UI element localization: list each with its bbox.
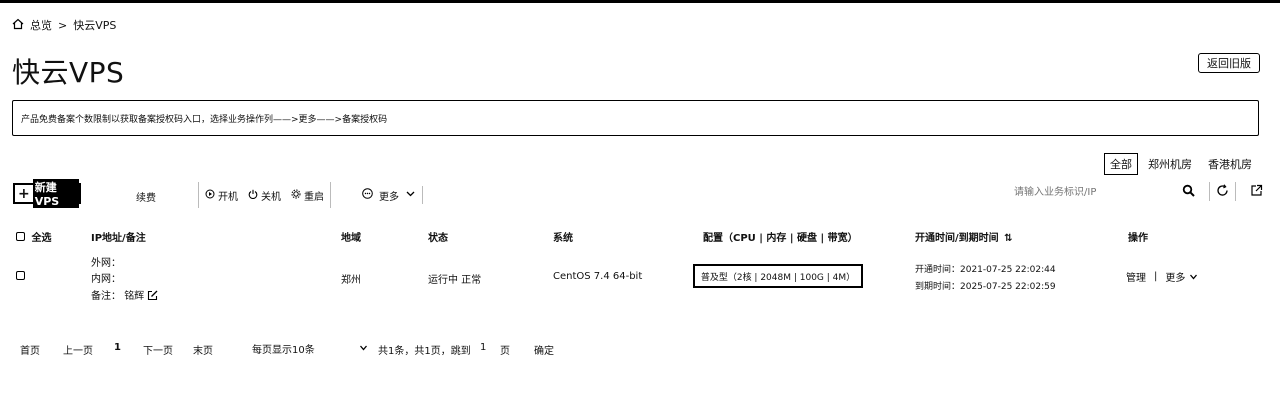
manage-link[interactable]: 管理 [1126,269,1146,284]
page-title: 快云VPS [12,56,125,89]
expire-time: 到期时间：2025-07-25 22:02:59 [915,282,1056,292]
remark-label: 备注： [91,291,121,302]
column-header-system: 系统 [553,233,573,244]
new-vps-label: 新建VPS [32,179,79,208]
select-all[interactable]: 全选 [16,229,51,244]
start-button[interactable]: 开机 [205,188,238,203]
home-icon[interactable] [12,18,24,33]
play-icon [205,189,215,202]
select-all-label: 全选 [31,233,52,244]
pager-next[interactable]: 下一页 [143,342,173,357]
row-more-label: 更多 [1165,273,1186,284]
gear-icon [291,189,301,202]
remark-value: 铭辉 [124,291,145,302]
pager-prev[interactable]: 上一页 [63,342,93,357]
chevron-down-icon [359,343,368,355]
chevron-down-icon [1189,273,1198,284]
notice-banner: 产品免费备案个数限制以获取备案授权码入口，选择业务操作列——>更多——>备案授权… [12,100,1259,136]
public-ip: 外网： [91,254,121,269]
config-text: 普及型（2核 | 2048M | 100G | 4M） [700,272,856,283]
column-header-actions: 操作 [1128,233,1148,244]
plus-icon: + [18,185,30,202]
sort-icon[interactable]: ⇅ [1004,233,1012,244]
column-header-time-label: 开通时间/到期时间 [915,233,999,244]
more-dots-icon [362,188,373,202]
power-icon [248,189,258,202]
region-tabs: 全部 郑州机房 香港机房 [1104,153,1258,175]
breadcrumb-current: 快云VPS [73,19,117,32]
select-all-checkbox[interactable] [16,232,25,241]
status-value: 运行中 正常 [428,275,482,286]
shutdown-button[interactable]: 关机 [248,188,281,203]
renew-button[interactable]: 续费 [136,189,156,204]
breadcrumb: 总览 > 快云VPS [12,17,116,33]
region-value: 郑州 [341,275,361,286]
notice-text: 产品免费备案个数限制以获取备案授权码入口，选择业务操作列——>更多——>备案授权… [21,114,388,125]
start-label: 开机 [218,191,238,203]
private-ip: 内网： [91,270,121,285]
per-page-select[interactable]: 每页显示10条 [252,341,368,356]
refresh-icon[interactable] [1209,182,1236,201]
breadcrumb-home[interactable]: 总览 [30,17,52,33]
pager-last[interactable]: 末页 [193,342,213,357]
back-to-old-version-button[interactable]: 返回旧版 [1198,53,1260,73]
pager-summary: 共1条，共1页，跳到 [378,346,471,357]
shutdown-label: 关机 [261,191,281,203]
more-label: 更多 [379,191,399,203]
action-divider: | [1154,271,1158,282]
column-header-status: 状态 [428,233,448,244]
system-value: CentOS 7.4 64-bit [553,271,643,282]
tab-all[interactable]: 全部 [1104,153,1138,175]
pager-current-page[interactable]: 1 [114,342,121,353]
edit-icon[interactable] [147,290,158,302]
restart-label: 重启 [304,191,324,203]
export-icon[interactable] [1250,182,1263,201]
more-actions-dropdown[interactable]: 更多 [362,186,423,204]
chevron-down-icon [405,188,416,202]
search-input[interactable] [1012,186,1166,199]
pager-jump-input[interactable]: 1 [480,342,486,353]
row-more-dropdown[interactable]: 更多 [1165,269,1197,284]
open-time: 开通时间：2021-07-25 22:02:44 [915,265,1056,275]
pager-confirm-button[interactable]: 确定 [534,342,554,357]
search-icon[interactable] [1182,182,1195,201]
power-actions: 开机 关机 重启 [198,182,331,208]
new-vps-button[interactable]: + 新建VPS [13,179,81,208]
private-ip-label: 内网： [91,274,121,285]
row-checkbox[interactable] [16,271,25,280]
column-header-region: 地域 [341,233,361,244]
table-tools [1182,182,1263,201]
pager-first[interactable]: 首页 [20,342,40,357]
column-header-time: 开通时间/到期时间 ⇅ [915,229,1013,244]
tab-hongkong[interactable]: 香港机房 [1202,153,1258,175]
tab-zhengzhou[interactable]: 郑州机房 [1142,153,1198,175]
row-actions: 管理 | 更多 [1126,269,1198,284]
column-header-ip: IP地址/备注 [91,233,146,244]
breadcrumb-separator: > [58,18,68,32]
restart-button[interactable]: 重启 [291,188,324,203]
config-value: 普及型（2核 | 2048M | 100G | 4M） [693,264,863,288]
remark: 备注： 铭辉 [91,287,158,302]
public-ip-label: 外网： [91,258,121,269]
column-header-config: 配置（CPU | 内存 | 硬盘 | 带宽） [703,233,858,244]
per-page-label: 每页显示10条 [252,345,315,356]
pager-page-unit: 页 [500,346,510,357]
